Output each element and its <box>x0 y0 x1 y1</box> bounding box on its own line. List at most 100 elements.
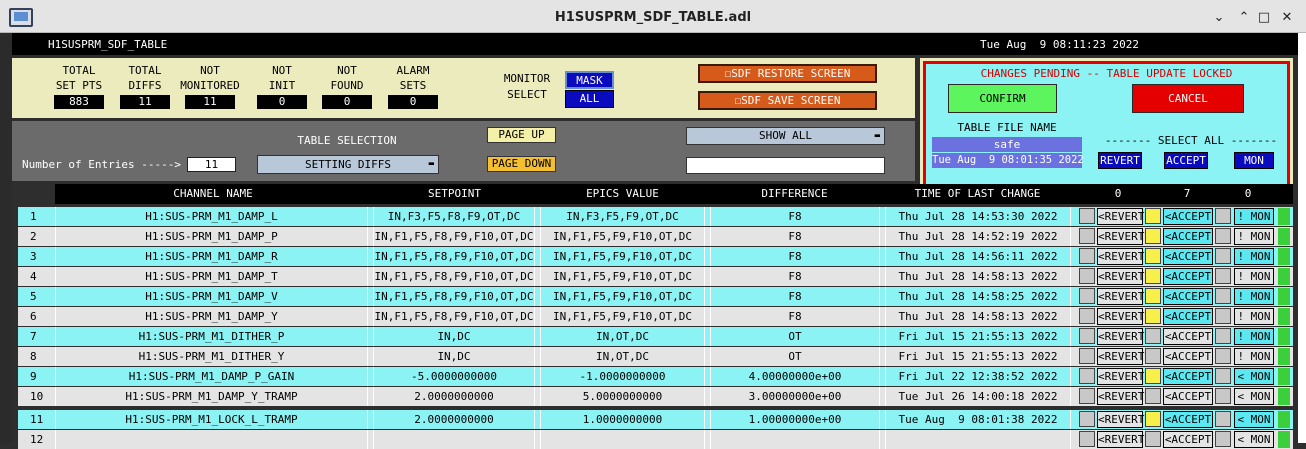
revert-checkbox[interactable] <box>1079 228 1095 244</box>
revert-checkbox[interactable] <box>1079 268 1095 284</box>
revert-button[interactable]: <REVERT <box>1097 348 1144 365</box>
total-diffs-value: 11 <box>120 95 170 109</box>
revert-checkbox[interactable] <box>1079 288 1095 304</box>
accept-button[interactable]: <ACCEPT <box>1163 248 1213 265</box>
filter-input[interactable] <box>686 157 885 174</box>
accept-checkbox[interactable] <box>1145 308 1161 324</box>
revert-button[interactable]: <REVERT <box>1097 368 1144 385</box>
accept-checkbox[interactable] <box>1145 328 1161 344</box>
cancel-button[interactable]: CANCEL <box>1132 84 1244 113</box>
mon-button[interactable]: ! MON <box>1234 228 1274 245</box>
accept-checkbox[interactable] <box>1145 288 1161 304</box>
accept-button[interactable]: <ACCEPT <box>1163 308 1213 325</box>
confirm-button[interactable]: CONFIRM <box>948 84 1057 113</box>
cell-setpoint: IN,F1,F5,F8,F9,F10,OT,DC <box>373 267 535 286</box>
mon-button[interactable]: ! MON <box>1234 248 1274 265</box>
accept-button[interactable]: <ACCEPT <box>1163 388 1213 405</box>
mon-checkbox[interactable] <box>1215 431 1231 447</box>
revert-button[interactable]: <REVERT <box>1097 288 1144 305</box>
revert-button[interactable]: <REVERT <box>1097 228 1144 245</box>
accept-checkbox[interactable] <box>1145 268 1161 284</box>
accept-checkbox[interactable] <box>1145 208 1161 224</box>
revert-checkbox[interactable] <box>1079 388 1095 404</box>
mon-button[interactable]: ! MON <box>1234 308 1274 325</box>
mon-checkbox[interactable] <box>1215 308 1231 324</box>
page-down-button[interactable]: PAGE DOWN <box>487 156 556 172</box>
sdf-restore-button[interactable]: ☐SDF RESTORE SCREEN <box>698 64 877 83</box>
chevron-down-icon[interactable]: ⌄ <box>1211 10 1227 26</box>
revert-checkbox[interactable] <box>1079 308 1095 324</box>
mon-checkbox[interactable] <box>1215 288 1231 304</box>
accept-button[interactable]: <ACCEPT <box>1163 268 1213 285</box>
accept-button[interactable]: <ACCEPT <box>1163 411 1213 428</box>
mon-checkbox[interactable] <box>1215 348 1231 364</box>
mon-button[interactable]: ! MON <box>1234 348 1274 365</box>
mon-button[interactable]: ! MON <box>1234 328 1274 345</box>
mon-button[interactable]: < MON <box>1234 411 1274 428</box>
mon-button[interactable]: < MON <box>1234 388 1274 405</box>
select-all-accept-button[interactable]: ACCEPT <box>1164 152 1208 169</box>
revert-checkbox[interactable] <box>1079 208 1095 224</box>
revert-checkbox[interactable] <box>1079 431 1095 447</box>
revert-checkbox[interactable] <box>1079 411 1095 427</box>
all-button[interactable]: ALL <box>565 90 614 108</box>
revert-checkbox[interactable] <box>1079 328 1095 344</box>
maximize-icon[interactable]: □ <box>1256 10 1272 26</box>
revert-button[interactable]: <REVERT <box>1097 268 1144 285</box>
mon-button[interactable]: < MON <box>1234 431 1274 448</box>
accept-checkbox[interactable] <box>1145 388 1161 404</box>
revert-button[interactable]: <REVERT <box>1097 248 1144 265</box>
revert-button[interactable]: <REVERT <box>1097 308 1144 325</box>
revert-button[interactable]: <REVERT <box>1097 208 1144 225</box>
mask-button[interactable]: MASK <box>565 71 614 89</box>
accept-button[interactable]: <ACCEPT <box>1163 228 1213 245</box>
mon-button[interactable]: ! MON <box>1234 268 1274 285</box>
revert-button[interactable]: <REVERT <box>1097 388 1144 405</box>
accept-button[interactable]: <ACCEPT <box>1163 368 1213 385</box>
cell-time: Tue Aug 9 08:01:38 2022 <box>885 410 1071 429</box>
chevron-up-icon[interactable]: ⌃ <box>1236 10 1252 26</box>
close-icon[interactable]: ✕ <box>1279 10 1295 26</box>
revert-button[interactable]: <REVERT <box>1097 411 1144 428</box>
mon-checkbox[interactable] <box>1215 411 1231 427</box>
revert-checkbox[interactable] <box>1079 248 1095 264</box>
revert-button[interactable]: <REVERT <box>1097 431 1144 448</box>
accept-button[interactable]: <ACCEPT <box>1163 288 1213 305</box>
page-up-button[interactable]: PAGE UP <box>487 127 556 143</box>
accept-checkbox[interactable] <box>1145 248 1161 264</box>
accept-button[interactable]: <ACCEPT <box>1163 328 1213 345</box>
revert-checkbox[interactable] <box>1079 348 1095 364</box>
select-all-revert-button[interactable]: REVERT <box>1098 152 1142 169</box>
table-selection-dropdown[interactable]: SETTING DIFFS ▬ <box>257 155 439 174</box>
revert-button[interactable]: <REVERT <box>1097 328 1144 345</box>
accept-checkbox[interactable] <box>1145 411 1161 427</box>
select-all-mon-button[interactable]: MON <box>1234 152 1274 169</box>
accept-checkbox[interactable] <box>1145 228 1161 244</box>
accept-checkbox[interactable] <box>1145 431 1161 447</box>
sdf-save-button[interactable]: ☐SDF SAVE SCREEN <box>698 91 877 110</box>
status-led <box>1278 348 1290 365</box>
accept-button[interactable]: <ACCEPT <box>1163 348 1213 365</box>
mon-checkbox[interactable] <box>1215 328 1231 344</box>
mon-checkbox[interactable] <box>1215 268 1231 284</box>
cell-setpoint: IN,F3,F5,F8,F9,OT,DC <box>373 207 535 226</box>
revert-count: 0 <box>1114 187 1122 200</box>
accept-button[interactable]: <ACCEPT <box>1163 208 1213 225</box>
show-all-dropdown[interactable]: SHOW ALL ▬ <box>686 127 885 145</box>
status-led <box>1278 308 1290 325</box>
mon-checkbox[interactable] <box>1215 368 1231 384</box>
status-led <box>1278 268 1290 285</box>
accept-checkbox[interactable] <box>1145 348 1161 364</box>
mon-checkbox[interactable] <box>1215 208 1231 224</box>
revert-checkbox[interactable] <box>1079 368 1095 384</box>
accept-button[interactable]: <ACCEPT <box>1163 431 1213 448</box>
mon-button[interactable]: ! MON <box>1234 288 1274 305</box>
mon-button[interactable]: ! MON <box>1234 208 1274 225</box>
mon-checkbox[interactable] <box>1215 248 1231 264</box>
mon-checkbox[interactable] <box>1215 228 1231 244</box>
mon-button[interactable]: < MON <box>1234 368 1274 385</box>
status-led <box>1278 328 1290 345</box>
accept-checkbox[interactable] <box>1145 368 1161 384</box>
alarm-sets-value: 0 <box>388 95 438 109</box>
mon-checkbox[interactable] <box>1215 388 1231 404</box>
